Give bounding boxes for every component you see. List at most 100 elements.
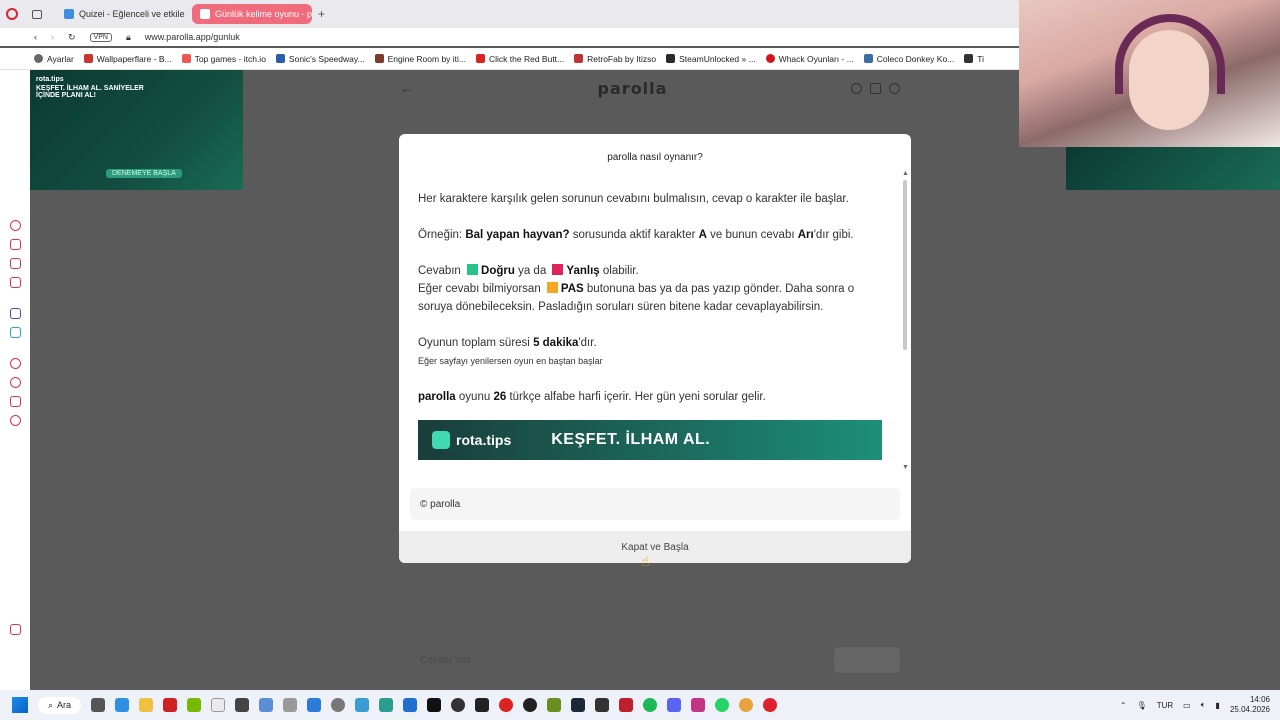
- bookmark-item[interactable]: Ti: [964, 54, 984, 64]
- bookmark-item[interactable]: RetroFab by Itizso: [574, 54, 656, 64]
- webcam-overlay: [1019, 0, 1280, 147]
- minecraft-icon[interactable]: [547, 698, 562, 712]
- gear-icon: [34, 54, 43, 63]
- gear-icon[interactable]: [331, 698, 346, 712]
- ad-banner-left[interactable]: rota.tips KEŞFET. İLHAM AL. SANİYELER İÇ…: [30, 70, 243, 190]
- sidebar-toggle-icon[interactable]: [32, 9, 42, 19]
- lock-icon[interactable]: 🔒︎: [126, 32, 131, 43]
- bookmark-label: Sonic's Speedway...: [288, 53, 365, 64]
- instagram-icon[interactable]: [9, 258, 21, 269]
- gx-icon[interactable]: [9, 624, 21, 635]
- copilot-icon[interactable]: [115, 698, 130, 712]
- file-explorer-icon[interactable]: [139, 698, 154, 712]
- opera-gx-icon[interactable]: [763, 698, 778, 712]
- epic-games-icon[interactable]: [595, 698, 610, 712]
- forward-icon[interactable]: ›: [51, 32, 54, 42]
- tab-favicon-icon: [200, 9, 210, 19]
- reload-icon[interactable]: ↻: [68, 32, 76, 43]
- network-icon[interactable]: ▭: [1183, 701, 1191, 710]
- aria-icon[interactable]: [9, 220, 21, 231]
- correct-square-icon: [467, 264, 479, 275]
- app-icon-red[interactable]: [163, 698, 178, 712]
- bookmark-item[interactable]: Sonic's Speedway...: [275, 53, 365, 64]
- pass-square-icon: [546, 282, 558, 293]
- back-arrow-icon[interactable]: ←: [400, 80, 414, 96]
- camera-icon[interactable]: [283, 698, 298, 712]
- workspace-icon[interactable]: [9, 239, 21, 250]
- send-button[interactable]: [834, 647, 900, 673]
- taskbar-search[interactable]: ⌕ Ara: [38, 696, 82, 714]
- tab-favicon-icon: [64, 9, 74, 19]
- windows-start-icon[interactable]: [12, 697, 28, 713]
- promo-logo: rota.tips: [432, 431, 511, 449]
- defender-icon[interactable]: [307, 698, 322, 712]
- bookmark-item[interactable]: Click the Red Butt...: [476, 54, 564, 64]
- instagram-icon[interactable]: [691, 698, 706, 712]
- volume-icon[interactable]: 🔈︎: [1201, 700, 1206, 710]
- app-icon-y[interactable]: [235, 698, 250, 712]
- ad-banner-right[interactable]: [1066, 146, 1280, 190]
- chevron-up-icon[interactable]: ⌃: [1120, 701, 1127, 710]
- stats-icon[interactable]: [870, 82, 881, 94]
- promo-banner[interactable]: rota.tips KEŞFET. İLHAM AL.: [418, 420, 882, 460]
- url-field[interactable]: www.parolla.app/gunluk: [145, 32, 240, 42]
- telegram-icon[interactable]: [9, 327, 21, 338]
- history-icon[interactable]: [9, 377, 21, 388]
- vpn-badge[interactable]: VPN: [89, 32, 112, 42]
- pass-prefix: Eğer cevabı bilmiyorsan: [418, 283, 544, 295]
- bookmark-item[interactable]: Ayarlar: [34, 54, 74, 64]
- spotify-icon[interactable]: [643, 698, 658, 712]
- bookmark-favicon-icon: [374, 54, 384, 63]
- tab-parolla[interactable]: Günlük kelime oyunu - par: [192, 4, 312, 24]
- scroll-up-icon[interactable]: ▲: [902, 170, 909, 177]
- back-icon[interactable]: ‹: [34, 32, 37, 42]
- scroll-thumb[interactable]: [903, 180, 907, 350]
- settings-icon[interactable]: [9, 415, 21, 426]
- discord-icon[interactable]: [667, 698, 682, 712]
- app-icon-red2[interactable]: [619, 698, 634, 712]
- obs-icon[interactable]: [451, 698, 466, 712]
- info-icon[interactable]: [851, 82, 862, 94]
- unity-icon[interactable]: [475, 698, 490, 712]
- app-icon-blue[interactable]: [259, 698, 274, 712]
- bookmark-item[interactable]: SteamUnlocked » ...: [666, 54, 756, 64]
- modal-scrollbar[interactable]: ▲ ▼: [902, 170, 909, 474]
- chrome-icon[interactable]: [739, 698, 754, 712]
- chatgpt-icon[interactable]: [523, 698, 538, 712]
- messenger-icon[interactable]: [9, 277, 21, 288]
- player-icon[interactable]: [9, 358, 21, 369]
- letters-brand: parolla: [418, 391, 456, 403]
- bookmark-item[interactable]: Engine Room by iti...: [374, 53, 467, 64]
- tab-quizei[interactable]: Quizei - Eğlenceli ve etkile: [56, 4, 186, 24]
- bookmark-item[interactable]: Wallpaperflare - B...: [83, 54, 172, 64]
- whatsapp-icon[interactable]: [715, 698, 730, 712]
- user-icon[interactable]: [889, 82, 900, 94]
- bookmark-item[interactable]: Whack Oyunları - ...: [765, 54, 854, 64]
- app-icon-grid[interactable]: [211, 698, 226, 712]
- language-indicator[interactable]: TUR: [1157, 701, 1173, 710]
- app-icon-teal[interactable]: [379, 698, 394, 712]
- twitch-icon[interactable]: [9, 308, 21, 319]
- scroll-down-icon[interactable]: ▼: [902, 464, 909, 471]
- clock[interactable]: 14:06 25.04.2026: [1230, 695, 1270, 715]
- bookmark-label: Engine Room by iti...: [387, 53, 467, 64]
- app-icon-store[interactable]: [403, 698, 418, 712]
- photos-icon[interactable]: [355, 698, 370, 712]
- battery-icon[interactable]: ▮: [1216, 701, 1220, 710]
- nvidia-icon[interactable]: [187, 698, 202, 712]
- bookmark-item[interactable]: Coleco Donkey Ko...: [863, 54, 954, 64]
- task-view-icon[interactable]: [91, 698, 106, 712]
- steam-icon[interactable]: [571, 698, 586, 712]
- opera-logo[interactable]: [6, 8, 18, 20]
- close-and-start-button[interactable]: Kapat ve Başla: [399, 531, 911, 563]
- microphone-icon[interactable]: 🎙︎: [1137, 701, 1147, 710]
- wrong-square-icon: [552, 264, 564, 275]
- example-text: Örneğin: Bal yapan hayvan? sorusunda akt…: [418, 226, 888, 244]
- capcut-icon[interactable]: [427, 698, 442, 712]
- bookmark-item[interactable]: Top games - itch.io: [181, 54, 266, 64]
- app-icon-red-circle[interactable]: [499, 698, 514, 712]
- bookmark-favicon-icon: [275, 54, 285, 63]
- answer-input[interactable]: Cevabı Yaz: [408, 655, 471, 666]
- pinboard-icon[interactable]: [9, 396, 21, 407]
- new-tab-button[interactable]: +: [318, 7, 325, 21]
